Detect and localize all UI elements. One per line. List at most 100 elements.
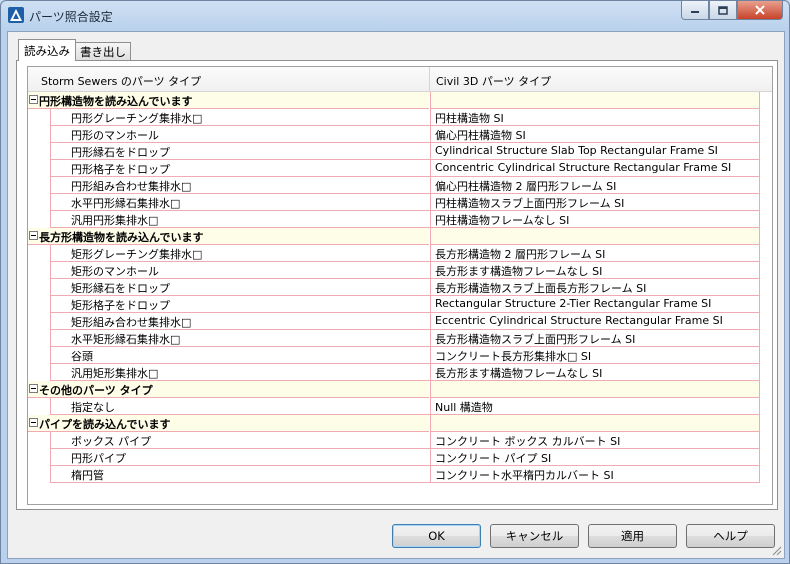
mapping-row[interactable]: 矩形のマンホール 長方形ます構造物フレームなし SI <box>28 262 772 279</box>
mapping-row[interactable]: 矩形グレーチング集排水□ 長方形構造物 2 層円形フレーム SI <box>28 245 772 262</box>
storm-sewers-part-cell: ボックス パイプ <box>50 432 430 449</box>
mapping-row[interactable]: 谷頭 コンクリート長方形集排水□ SI <box>28 347 772 364</box>
storm-sewers-part-type: 矩形組み合わせ集排水□ <box>71 316 192 329</box>
civil3d-part-type: 偏心円柱構造物 SI <box>435 129 526 142</box>
minimize-icon <box>691 11 699 13</box>
window-title: パーツ照合設定 <box>29 10 113 24</box>
civil3d-part-cell[interactable]: コンクリート水平楕円カルバート SI <box>430 466 760 483</box>
group-row[interactable]: 長方形構造物を読み込んでいます <box>28 228 772 245</box>
tab-import[interactable]: 読み込み <box>18 39 76 61</box>
mapping-row[interactable]: 楕円管 コンクリート水平楕円カルバート SI <box>28 466 772 483</box>
mapping-row[interactable]: 矩形縁石をドロップ 長方形構造物スラブ上面長方形フレーム SI <box>28 279 772 296</box>
civil3d-part-cell[interactable]: Concentric Cylindrical Structure Rectang… <box>430 160 760 177</box>
civil3d-part-cell[interactable]: 長方形構造物スラブ上面長方形フレーム SI <box>430 279 760 296</box>
storm-sewers-part-cell: 円形組み合わせ集排水□ <box>50 177 430 194</box>
apply-button[interactable]: 適用 <box>588 524 677 548</box>
collapse-minus-icon[interactable] <box>29 95 38 104</box>
civil3d-part-cell[interactable]: 偏心円柱構造物 2 層円形フレーム SI <box>430 177 760 194</box>
civil3d-part-type: コンクリート水平楕円カルバート SI <box>435 469 614 482</box>
minimize-button[interactable] <box>681 1 709 20</box>
civil3d-part-cell[interactable]: 偏心円柱構造物 SI <box>430 126 760 143</box>
civil3d-part-cell[interactable]: 円柱構造物フレームなし SI <box>430 211 760 228</box>
storm-sewers-part-cell: 矩形格子をドロップ <box>50 296 430 313</box>
civil3d-part-cell[interactable]: Eccentric Cylindrical Structure Rectangu… <box>430 313 760 330</box>
civil3d-part-type: 円柱構造物 SI <box>435 112 504 125</box>
storm-sewers-part-type: 矩形グレーチング集排水□ <box>71 248 203 261</box>
resize-grip-icon[interactable] <box>772 546 782 556</box>
civil3d-part-cell[interactable]: Null 構造物 <box>430 398 760 415</box>
mapping-row[interactable]: 円形グレーチング集排水□ 円柱構造物 SI <box>28 109 772 126</box>
storm-sewers-part-type: 水平矩形縁石集排水□ <box>71 333 181 346</box>
mapping-row[interactable]: ボックス パイプ コンクリート ボックス カルバート SI <box>28 432 772 449</box>
storm-sewers-part-type: 矩形縁石をドロップ <box>71 282 170 295</box>
ok-button[interactable]: OK <box>392 524 481 548</box>
part-mapping-grid[interactable]: Storm Sewers のパーツ タイプ Civil 3D パーツ タイプ 円… <box>27 66 773 505</box>
civil3d-part-cell[interactable]: コンクリート ボックス カルバート SI <box>430 432 760 449</box>
collapse-minus-icon[interactable] <box>29 231 38 240</box>
mapping-row[interactable]: 汎用円形集排水□ 円柱構造物フレームなし SI <box>28 211 772 228</box>
civil3d-part-cell[interactable]: 円柱構造物 SI <box>430 109 760 126</box>
close-icon <box>755 5 765 15</box>
storm-sewers-part-cell: 矩形のマンホール <box>50 262 430 279</box>
civil3d-part-type: コンクリート ボックス カルバート SI <box>435 435 621 448</box>
group-label: その他のパーツ タイプ <box>39 384 153 397</box>
column-divider[interactable] <box>429 67 430 91</box>
storm-sewers-part-cell: 谷頭 <box>50 347 430 364</box>
group-label: パイプを読み込んでいます <box>39 418 171 431</box>
civil3d-part-cell[interactable]: Rectangular Structure 2-Tier Rectangular… <box>430 296 760 313</box>
title-bar[interactable]: パーツ照合設定 <box>1 1 789 31</box>
column-header-civil3d[interactable]: Civil 3D パーツ タイプ <box>436 73 551 89</box>
maximize-button[interactable] <box>709 1 737 20</box>
civil3d-part-cell[interactable]: 長方形ます構造物フレームなし SI <box>430 364 760 381</box>
group-row[interactable]: その他のパーツ タイプ <box>28 381 772 398</box>
civil3d-part-cell[interactable]: コンクリート長方形集排水□ SI <box>430 347 760 364</box>
close-button[interactable] <box>737 1 783 20</box>
mapping-row[interactable]: 水平矩形縁石集排水□ 長方形構造物スラブ上面円形フレーム SI <box>28 330 772 347</box>
maximize-icon <box>718 5 728 15</box>
storm-sewers-part-cell: 指定なし <box>50 398 430 415</box>
storm-sewers-part-type: 汎用矩形集排水□ <box>71 367 159 380</box>
help-button[interactable]: ヘルプ <box>686 524 775 548</box>
mapping-row[interactable]: 汎用矩形集排水□ 長方形ます構造物フレームなし SI <box>28 364 772 381</box>
group-cell: パイプを読み込んでいます <box>28 415 429 432</box>
civil3d-part-type: Cylindrical Structure Slab Top Rectangul… <box>435 144 718 157</box>
group-cell: 長方形構造物を読み込んでいます <box>28 228 429 245</box>
storm-sewers-part-cell: 矩形グレーチング集排水□ <box>50 245 430 262</box>
group-label: 長方形構造物を読み込んでいます <box>39 231 204 244</box>
group-cell-empty <box>430 92 760 109</box>
civil3d-part-cell[interactable]: Cylindrical Structure Slab Top Rectangul… <box>430 143 760 160</box>
mapping-row[interactable]: 円形格子をドロップ Concentric Cylindrical Structur… <box>28 160 772 177</box>
cancel-button[interactable]: キャンセル <box>490 524 579 548</box>
civil3d-part-cell[interactable]: 円柱構造物スラブ上面円形フレーム SI <box>430 194 760 211</box>
storm-sewers-part-type: 汎用円形集排水□ <box>71 214 159 227</box>
civil3d-part-type: 円柱構造物フレームなし SI <box>435 214 570 227</box>
civil3d-part-type: 長方形ます構造物フレームなし SI <box>435 265 603 278</box>
collapse-minus-icon[interactable] <box>29 418 38 427</box>
mapping-row[interactable]: 円形縁石をドロップ Cylindrical Structure Slab Top … <box>28 143 772 160</box>
civil3d-part-type: 偏心円柱構造物 2 層円形フレーム SI <box>435 180 617 193</box>
civil3d-part-cell[interactable]: 長方形構造物スラブ上面円形フレーム SI <box>430 330 760 347</box>
civil3d-part-type: 長方形構造物スラブ上面円形フレーム SI <box>435 333 636 346</box>
civil3d-part-cell[interactable]: 長方形構造物 2 層円形フレーム SI <box>430 245 760 262</box>
mapping-row[interactable]: 矩形格子をドロップ Rectangular Structure 2-Tier Re… <box>28 296 772 313</box>
collapse-minus-icon[interactable] <box>29 384 38 393</box>
dialog-window: パーツ照合設定 読み込み 書き出し Storm Sewers のパーツ タイプ <box>0 0 790 564</box>
storm-sewers-part-type: 円形縁石をドロップ <box>71 146 170 159</box>
civil3d-part-cell[interactable]: コンクリート パイプ SI <box>430 449 760 466</box>
civil3d-part-cell[interactable]: 長方形ます構造物フレームなし SI <box>430 262 760 279</box>
mapping-row[interactable]: 円形パイプ コンクリート パイプ SI <box>28 449 772 466</box>
mapping-row[interactable]: 指定なし Null 構造物 <box>28 398 772 415</box>
mapping-row[interactable]: 矩形組み合わせ集排水□ Eccentric Cylindrical Structu… <box>28 313 772 330</box>
group-row[interactable]: パイプを読み込んでいます <box>28 415 772 432</box>
tab-export[interactable]: 書き出し <box>75 42 131 61</box>
mapping-row[interactable]: 円形のマンホール 偏心円柱構造物 SI <box>28 126 772 143</box>
group-row[interactable]: 円形構造物を読み込んでいます <box>28 92 772 109</box>
storm-sewers-part-type: 円形組み合わせ集排水□ <box>71 180 192 193</box>
storm-sewers-part-cell: 円形縁石をドロップ <box>50 143 430 160</box>
storm-sewers-part-cell: 矩形縁石をドロップ <box>50 279 430 296</box>
mapping-row[interactable]: 水平円形縁石集排水□ 円柱構造物スラブ上面円形フレーム SI <box>28 194 772 211</box>
storm-sewers-part-cell: 円形グレーチング集排水□ <box>50 109 430 126</box>
column-header-storm-sewers[interactable]: Storm Sewers のパーツ タイプ <box>41 73 201 89</box>
app-icon <box>8 7 24 23</box>
mapping-row[interactable]: 円形組み合わせ集排水□ 偏心円柱構造物 2 層円形フレーム SI <box>28 177 772 194</box>
